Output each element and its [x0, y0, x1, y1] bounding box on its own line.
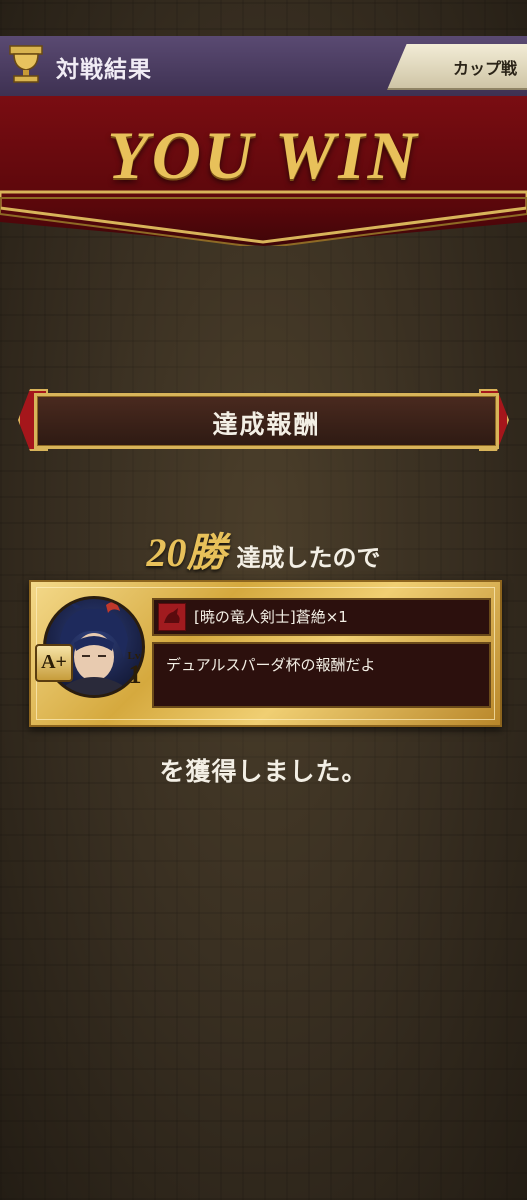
acquired-message: を獲得しました。 — [159, 757, 368, 786]
dragon-item-icon — [158, 603, 186, 631]
wins-suffix: 達成したので — [236, 544, 381, 572]
page-title: 対戦結果 — [56, 57, 152, 83]
item-description: デュアルスパーダ杯の報酬だよ — [166, 656, 376, 674]
cup-battle-tab[interactable]: カップ戦 — [387, 44, 527, 90]
wins-achievement-line: 20勝 達成したので — [0, 520, 527, 578]
banner-chevron — [0, 206, 527, 246]
header-bar: 対戦結果 カップ戦 — [0, 36, 527, 98]
wins-count: 20勝 — [146, 530, 227, 575]
reward-section-header: 達成報酬 — [18, 387, 509, 451]
rank-badge: A+ — [35, 644, 73, 682]
item-description-box: デュアルスパーダ杯の報酬だよ — [152, 642, 491, 708]
reward-card[interactable]: A+ Lv. 1 [暁の竜人剣士]蒼絶×1 デュアルスパーダ杯の報酬だよ — [29, 580, 502, 727]
you-win-title: YOU WIN — [107, 117, 420, 193]
trophy-icon — [9, 45, 43, 83]
cup-battle-tab-label: カップ戦 — [452, 59, 517, 78]
level-indicator: Lv. 1 — [119, 650, 151, 696]
item-name-row: [暁の竜人剣士]蒼絶×1 — [152, 598, 491, 636]
item-name: [暁の竜人剣士]蒼絶×1 — [194, 608, 348, 626]
reward-plate-body: 達成報酬 — [34, 393, 499, 449]
level-value: 1 — [128, 660, 142, 689]
reward-section-title: 達成報酬 — [212, 410, 321, 439]
result-banner: YOU WIN — [0, 96, 527, 246]
